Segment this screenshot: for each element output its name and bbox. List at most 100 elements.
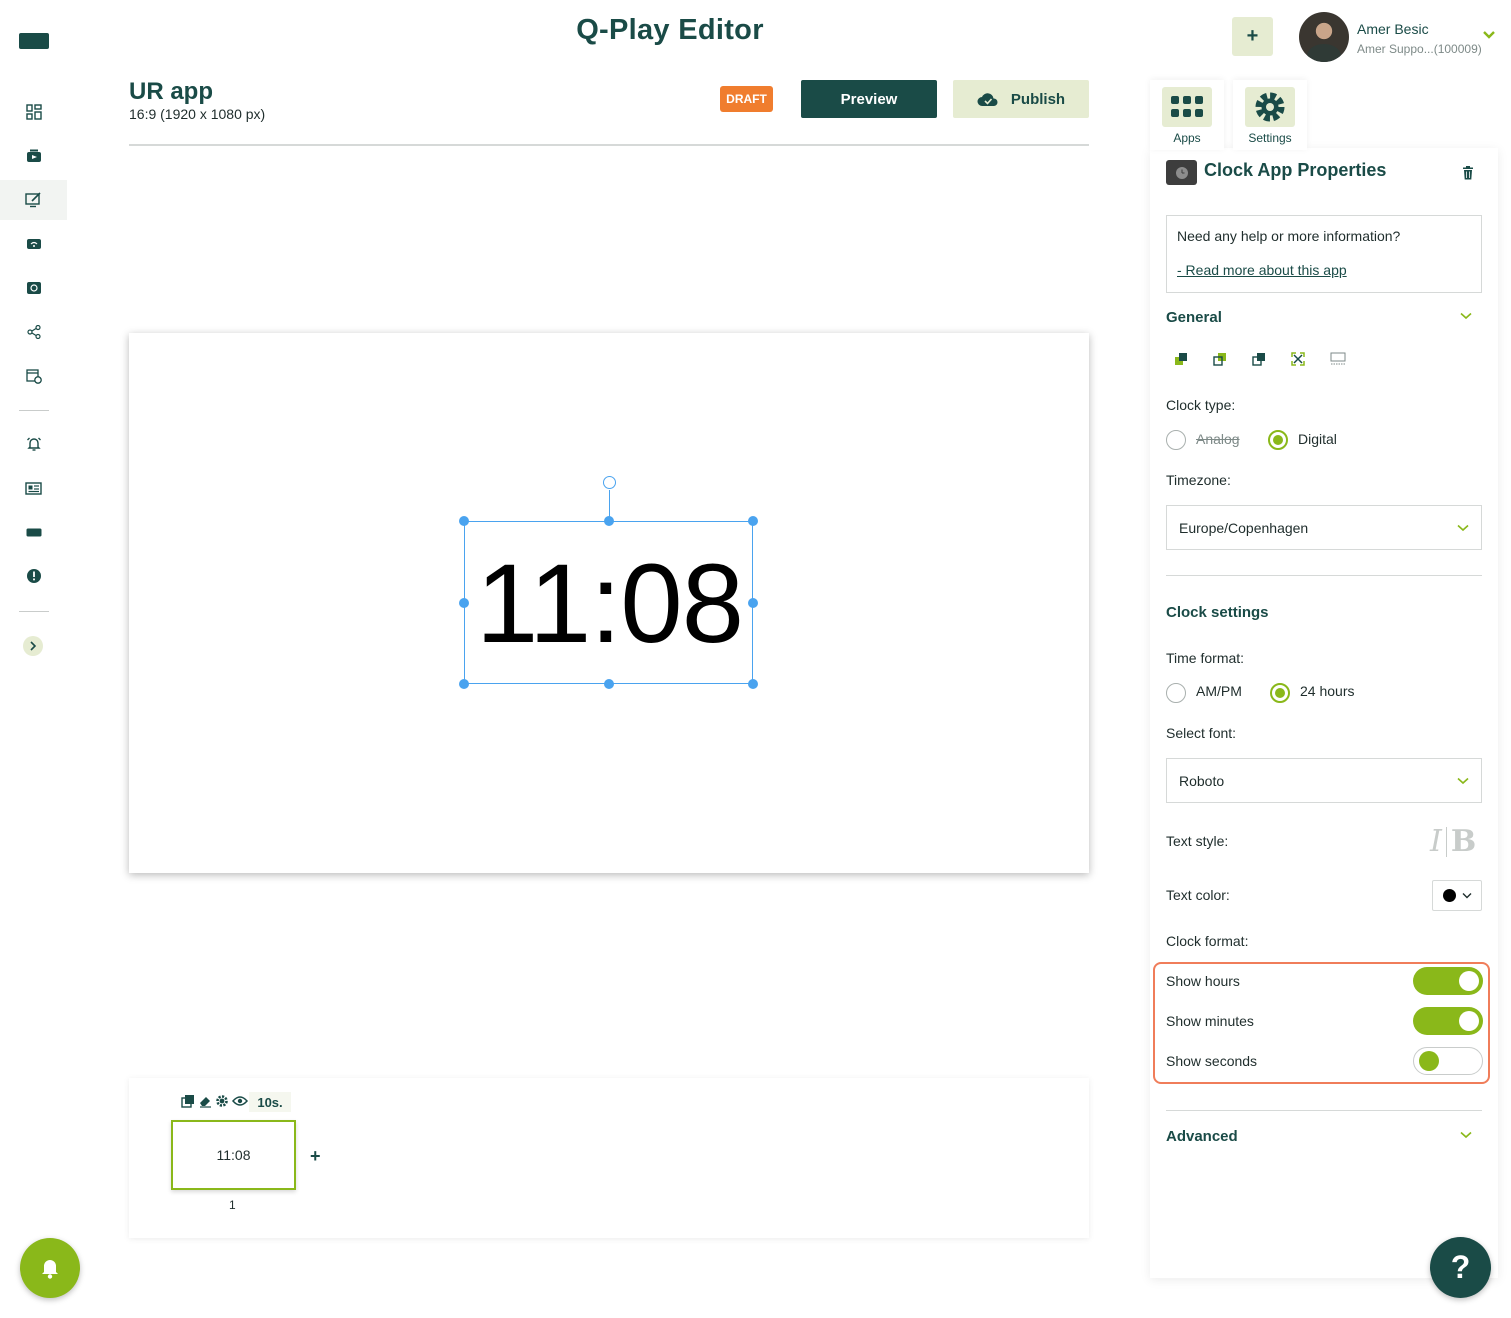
publish-label: Publish bbox=[1010, 90, 1066, 108]
resize-handle-s[interactable] bbox=[604, 679, 614, 689]
time-format-24h-label[interactable]: 24 hours bbox=[1300, 683, 1354, 699]
trash-icon[interactable] bbox=[1462, 166, 1474, 180]
resize-handle-se[interactable] bbox=[748, 679, 758, 689]
duplicate-icon[interactable] bbox=[181, 1094, 195, 1108]
cloud-upload-icon bbox=[977, 93, 998, 106]
nav-players[interactable] bbox=[0, 224, 67, 264]
clock-type-analog-label[interactable]: Analog bbox=[1196, 431, 1240, 447]
status-badge: DRAFT bbox=[720, 86, 773, 112]
display-icon bbox=[26, 528, 41, 536]
font-value: Roboto bbox=[1179, 772, 1225, 789]
resize-handle-sw[interactable] bbox=[459, 679, 469, 689]
nav-dashboard[interactable] bbox=[0, 92, 67, 132]
chevron-down-icon[interactable] bbox=[1460, 1131, 1472, 1139]
resize-handle-ne[interactable] bbox=[748, 516, 758, 526]
nav-news[interactable] bbox=[0, 468, 67, 508]
tab-settings-label: Settings bbox=[1248, 131, 1292, 145]
calendar-clock-icon bbox=[25, 369, 42, 384]
slide-duration[interactable]: 10s. bbox=[249, 1092, 291, 1112]
align-bottom-icon[interactable] bbox=[1330, 352, 1346, 366]
rotate-handle[interactable] bbox=[603, 476, 616, 489]
clock-type-analog-radio[interactable] bbox=[1166, 430, 1186, 450]
bell-icon bbox=[42, 1260, 58, 1279]
color-swatch bbox=[1442, 889, 1456, 902]
timezone-value: Europe/Copenhagen bbox=[1179, 519, 1309, 536]
nav-displays[interactable] bbox=[0, 512, 67, 552]
nav-alerts[interactable] bbox=[0, 556, 67, 596]
logo-icon[interactable] bbox=[19, 33, 49, 49]
section-advanced-title[interactable]: Advanced bbox=[1166, 1128, 1238, 1145]
time-format-ampm-label[interactable]: AM/PM bbox=[1196, 683, 1242, 699]
resize-handle-nw[interactable] bbox=[459, 516, 469, 526]
left-nav bbox=[0, 0, 80, 1318]
bring-forward-icon[interactable] bbox=[1174, 352, 1188, 366]
show-seconds-toggle[interactable] bbox=[1413, 1047, 1483, 1075]
publish-button[interactable]: Publish bbox=[953, 80, 1089, 118]
resize-handle-e[interactable] bbox=[748, 598, 758, 608]
text-color-picker[interactable] bbox=[1432, 880, 1482, 911]
clock-icon bbox=[1175, 166, 1188, 179]
user-name[interactable]: Amer Besic bbox=[1357, 21, 1429, 37]
expand-nav-button[interactable] bbox=[23, 636, 43, 656]
eraser-icon[interactable] bbox=[198, 1094, 212, 1108]
resize-handle-w[interactable] bbox=[459, 598, 469, 608]
nav-alarms[interactable] bbox=[0, 424, 67, 464]
show-minutes-toggle[interactable] bbox=[1413, 1007, 1483, 1035]
avatar[interactable] bbox=[1299, 12, 1349, 62]
notifications-button[interactable] bbox=[20, 1238, 80, 1298]
slide-thumbnail-text: 11:08 bbox=[216, 1147, 251, 1163]
add-button[interactable]: + bbox=[1232, 17, 1273, 56]
project-size: 16:9 (1920 x 1080 px) bbox=[129, 106, 266, 122]
user-subtitle: Amer Suppo...(100009) bbox=[1357, 42, 1482, 56]
preview-button[interactable]: Preview bbox=[801, 80, 937, 118]
chevron-down-icon[interactable] bbox=[1460, 312, 1472, 320]
show-hours-toggle[interactable] bbox=[1413, 967, 1483, 995]
tab-settings-iconbox bbox=[1245, 87, 1295, 127]
bold-button[interactable]: B bbox=[1451, 824, 1476, 859]
clock-type-digital-radio[interactable] bbox=[1268, 430, 1288, 450]
bring-to-front-icon[interactable] bbox=[1252, 352, 1266, 366]
editor-canvas[interactable]: 11:08 bbox=[129, 333, 1089, 873]
time-format-label: Time format: bbox=[1166, 650, 1245, 666]
chevron-down-icon bbox=[1462, 893, 1471, 899]
show-hours-label: Show hours bbox=[1166, 973, 1240, 989]
nav-share[interactable] bbox=[0, 312, 67, 352]
tab-settings[interactable]: Settings bbox=[1233, 80, 1307, 150]
gear-icon bbox=[1255, 92, 1285, 122]
read-more-link[interactable]: - Read more about this app bbox=[1177, 262, 1471, 278]
text-style-buttons: I B bbox=[1430, 824, 1476, 859]
nav-screens[interactable] bbox=[0, 268, 67, 308]
font-select[interactable]: Roboto bbox=[1166, 758, 1482, 803]
chevron-down-icon bbox=[1457, 777, 1469, 784]
chevron-right-icon bbox=[30, 641, 37, 651]
section-general-title[interactable]: General bbox=[1166, 309, 1222, 326]
nav-editor[interactable] bbox=[0, 180, 67, 220]
app-title: Q-Play Editor bbox=[576, 14, 764, 46]
nav-divider bbox=[19, 611, 49, 612]
plus-icon: + bbox=[1246, 25, 1259, 47]
tab-apps-label: Apps bbox=[1173, 131, 1201, 145]
timezone-select[interactable]: Europe/Copenhagen bbox=[1166, 505, 1482, 550]
italic-button[interactable]: I bbox=[1430, 824, 1442, 859]
send-backward-icon[interactable] bbox=[1213, 352, 1227, 366]
media-icon bbox=[26, 149, 41, 162]
eye-icon[interactable] bbox=[232, 1095, 248, 1107]
help-question: Need any help or more information? bbox=[1177, 228, 1401, 244]
help-button[interactable]: ? bbox=[1430, 1237, 1491, 1298]
time-format-24h-radio[interactable] bbox=[1270, 683, 1290, 703]
clock-element[interactable]: 11:08 bbox=[459, 476, 758, 689]
nav-schedule[interactable] bbox=[0, 356, 67, 396]
nav-divider bbox=[19, 410, 49, 411]
slide-thumbnail[interactable]: 11:08 bbox=[171, 1120, 296, 1190]
chevron-down-icon[interactable] bbox=[1482, 30, 1496, 40]
clock-type-digital-label[interactable]: Digital bbox=[1298, 431, 1337, 447]
time-format-ampm-radio[interactable] bbox=[1166, 683, 1186, 703]
nav-media[interactable] bbox=[0, 136, 67, 176]
fullscreen-icon[interactable] bbox=[1291, 352, 1305, 366]
section-divider bbox=[1166, 1110, 1482, 1111]
add-slide-button[interactable]: + bbox=[310, 1146, 321, 1167]
gear-icon[interactable] bbox=[215, 1094, 229, 1108]
tab-apps[interactable]: Apps bbox=[1150, 80, 1224, 150]
resize-handle-n[interactable] bbox=[604, 516, 614, 526]
clock-text[interactable]: 11:08 bbox=[465, 522, 754, 685]
